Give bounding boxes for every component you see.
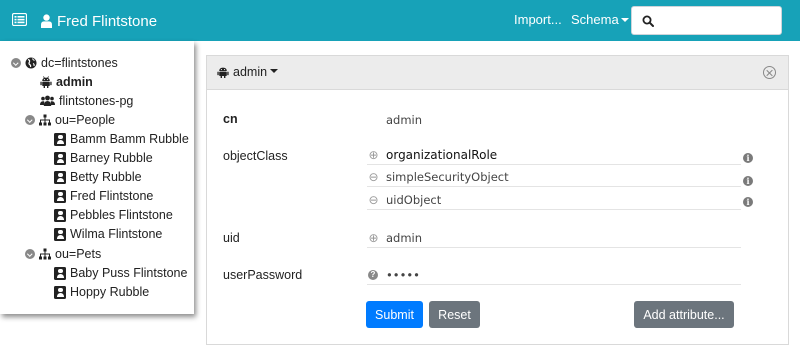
navbar: Fred Flintstone Import... Schema bbox=[0, 0, 800, 41]
tree-item-flintstones-pg[interactable]: flintstones-pg bbox=[40, 92, 133, 110]
address-book-icon bbox=[54, 189, 66, 203]
userpassword-value-row: ? bbox=[367, 265, 741, 285]
objectclass-value-row: ⊕ bbox=[367, 145, 741, 165]
address-book-icon bbox=[54, 208, 66, 222]
chevron-down-icon[interactable] bbox=[25, 249, 35, 259]
info-icon[interactable]: i bbox=[743, 197, 753, 207]
info-icon[interactable]: i bbox=[743, 176, 753, 186]
tree-item-label: Fred Flintstone bbox=[70, 189, 154, 203]
submit-button[interactable]: Submit bbox=[366, 301, 423, 328]
tree-item-ou-pets[interactable]: ou=Pets bbox=[25, 245, 101, 263]
page-title: Fred Flintstone bbox=[57, 12, 158, 30]
objectclass-input[interactable] bbox=[386, 192, 726, 207]
tree-item-baby-puss-flintstone[interactable]: Baby Puss Flintstone bbox=[54, 264, 187, 282]
search-icon bbox=[642, 15, 654, 27]
entry-label: admin bbox=[233, 65, 268, 79]
schema-label: Schema bbox=[571, 12, 619, 27]
tree-item-hoppy-rubble[interactable]: Hoppy Rubble bbox=[54, 283, 149, 301]
tree-panel: dc=flintstones admin flintstones-pg ou=P… bbox=[0, 41, 194, 314]
address-book-icon bbox=[54, 151, 66, 165]
attr-value-cn: admin bbox=[386, 113, 423, 127]
tree-item-label: flintstones-pg bbox=[59, 94, 134, 108]
card-header: admin bbox=[207, 56, 788, 90]
attr-name-userpassword: userPassword bbox=[223, 268, 303, 282]
user-icon bbox=[41, 14, 52, 28]
objectclass-value-row: ⊖ bbox=[367, 167, 741, 187]
schema-dropdown[interactable]: Schema bbox=[571, 12, 629, 27]
caret-down-icon bbox=[620, 17, 629, 22]
tree-item-label: ou=Pets bbox=[55, 247, 102, 261]
tree-item-dc-flintstones[interactable]: dc=flintstones bbox=[11, 54, 118, 72]
info-icon[interactable]: i bbox=[743, 153, 753, 163]
tree-item-label: ou=People bbox=[55, 113, 116, 127]
attr-name-objectclass: objectClass bbox=[223, 149, 288, 163]
uid-value-row: ⊕ bbox=[367, 228, 741, 248]
uid-input[interactable] bbox=[386, 230, 726, 245]
address-book-icon bbox=[54, 285, 66, 299]
password-input[interactable] bbox=[386, 267, 726, 282]
chevron-down-icon[interactable] bbox=[11, 58, 21, 68]
tree-item-admin[interactable]: admin bbox=[40, 73, 93, 91]
tree-item-label: Pebbles Flintstone bbox=[70, 208, 173, 222]
sitemap-icon bbox=[39, 114, 51, 126]
tree-item-label: admin bbox=[56, 75, 93, 89]
android-icon bbox=[217, 66, 229, 78]
entry-dropdown[interactable]: admin bbox=[217, 65, 279, 79]
add-icon[interactable]: ⊕ bbox=[367, 231, 380, 245]
tree-item-label: Hoppy Rubble bbox=[70, 285, 150, 299]
tree-item-label: Bamm Bamm Rubble bbox=[70, 132, 189, 146]
tree-item-label: Baby Puss Flintstone bbox=[70, 266, 188, 280]
list-icon[interactable] bbox=[11, 12, 28, 27]
search-box[interactable] bbox=[631, 6, 782, 35]
objectclass-input[interactable] bbox=[386, 147, 726, 162]
add-icon[interactable]: ⊕ bbox=[367, 148, 380, 162]
tree-item-label: dc=flintstones bbox=[41, 56, 118, 70]
caret-down-icon bbox=[270, 69, 279, 73]
tree-item-barney-rubble[interactable]: Barney Rubble bbox=[54, 149, 153, 167]
tree-item-ou-people[interactable]: ou=People bbox=[25, 111, 115, 129]
users-icon bbox=[40, 95, 55, 107]
attr-name-cn: cn bbox=[223, 112, 238, 126]
tree-item-label: Wilma Flintstone bbox=[70, 227, 163, 241]
reset-button[interactable]: Reset bbox=[429, 301, 480, 328]
objectclass-value-row: ⊖ bbox=[367, 190, 741, 210]
search-input[interactable] bbox=[660, 11, 776, 30]
question-icon[interactable]: ? bbox=[368, 269, 378, 280]
entry-editor-card: admin cn admin objectClass ⊕ i ⊖ i ⊖ i u… bbox=[206, 55, 789, 345]
tree-item-label: Barney Rubble bbox=[70, 151, 153, 165]
tree-item-fred-flintstone[interactable]: Fred Flintstone bbox=[54, 187, 153, 205]
objectclass-input[interactable] bbox=[386, 169, 726, 184]
remove-icon[interactable]: ⊖ bbox=[367, 170, 380, 184]
tree-item-bamm-bamm-rubble[interactable]: Bamm Bamm Rubble bbox=[54, 130, 189, 148]
tree-item-betty-rubble[interactable]: Betty Rubble bbox=[54, 168, 142, 186]
import-link[interactable]: Import... bbox=[514, 12, 562, 27]
android-icon bbox=[40, 76, 52, 88]
address-book-icon bbox=[54, 266, 66, 280]
tree-item-pebbles-flintstone[interactable]: Pebbles Flintstone bbox=[54, 206, 173, 224]
add-attribute-button[interactable]: Add attribute... bbox=[634, 301, 734, 328]
tree-item-label: Betty Rubble bbox=[70, 170, 142, 184]
remove-icon[interactable]: ⊖ bbox=[367, 193, 380, 207]
attr-name-uid: uid bbox=[223, 231, 240, 245]
globe-icon bbox=[25, 57, 37, 69]
chevron-down-icon[interactable] bbox=[25, 115, 35, 125]
address-book-icon bbox=[54, 132, 66, 146]
sitemap-icon bbox=[39, 248, 51, 260]
user-profile-link[interactable]: Fred Flintstone bbox=[41, 11, 157, 31]
close-circle-icon[interactable] bbox=[763, 66, 776, 79]
tree-item-wilma-flintstone[interactable]: Wilma Flintstone bbox=[54, 225, 162, 243]
address-book-icon bbox=[54, 170, 66, 184]
address-book-icon bbox=[54, 227, 66, 241]
